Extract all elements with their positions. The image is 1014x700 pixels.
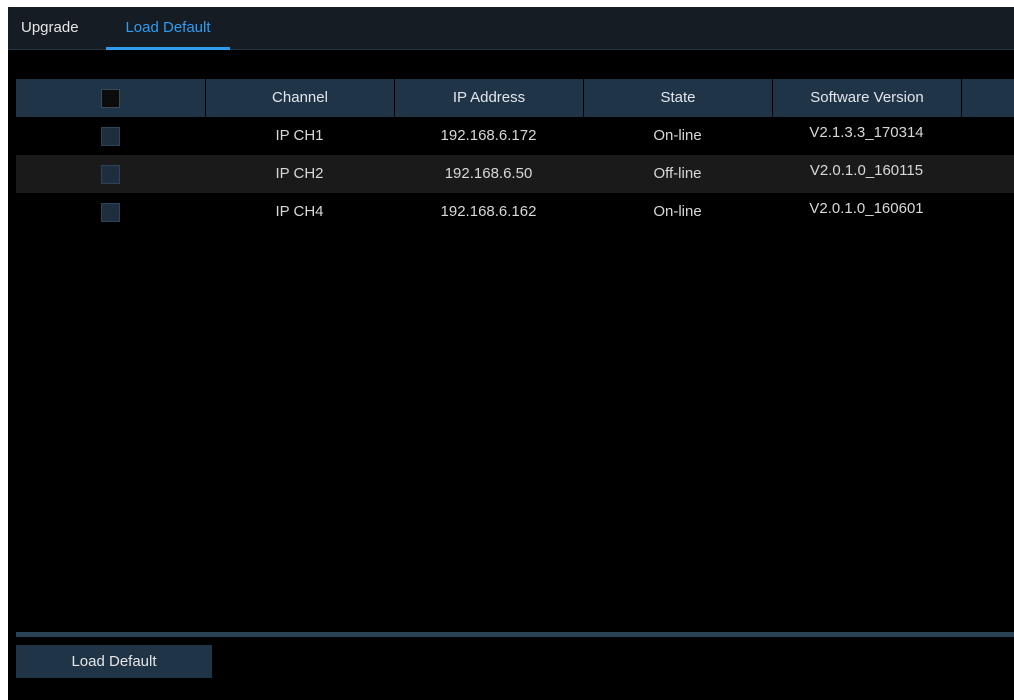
channel-cell: IP CH2 [275,165,324,182]
load-default-panel: Upgrade Load Default Channel IP Address … [8,7,1014,700]
column-header-state: State [583,79,772,117]
screen: Upgrade Load Default Channel IP Address … [0,0,1014,700]
software-version-cell: V2.0.1.0_160601 [809,200,924,217]
state-cell: Off-line [653,165,702,182]
tab-load-default-label: Load Default [125,19,211,36]
state-cell: On-line [653,203,702,220]
row-select-cell [16,117,205,155]
row-checkbox[interactable] [101,164,120,184]
ip-address-cell: 192.168.6.162 [440,203,537,220]
tab-bar: Upgrade Load Default [8,7,1014,50]
table-row[interactable]: IP CH4 192.168.6.162 On-line V2.0.1.0_16… [16,193,1014,231]
software-version-cell: V2.0.1.0_160115 [809,162,924,179]
select-all-checkbox[interactable] [101,88,120,108]
channel-cell: IP CH1 [275,127,324,144]
ip-address-cell: 192.168.6.172 [440,127,537,144]
row-select-cell [16,155,205,193]
row-checkbox[interactable] [101,126,120,146]
column-header-software-version: Software Version [772,79,961,117]
table-header: Channel IP Address State Software Versio… [16,79,1014,117]
active-tab-indicator [106,47,230,50]
ip-channel-table: Channel IP Address State Software Versio… [16,79,1014,231]
load-default-button[interactable]: Load Default [16,645,212,678]
software-version-cell: V2.1.3.3_170314 [809,124,924,141]
state-cell: On-line [653,127,702,144]
footer-divider [16,632,1014,637]
channel-cell: IP CH4 [275,203,324,220]
column-header-channel: Channel [205,79,394,117]
column-header-extra [961,79,1014,117]
tab-load-default[interactable]: Load Default [106,7,230,50]
row-select-cell [16,193,205,231]
header-select-all [16,79,205,117]
table-row[interactable]: IP CH1 192.168.6.172 On-line V2.1.3.3_17… [16,117,1014,155]
ip-address-cell: 192.168.6.50 [444,165,533,182]
column-header-ip-address: IP Address [394,79,583,117]
table-row[interactable]: IP CH2 192.168.6.50 Off-line V2.0.1.0_16… [16,155,1014,193]
tab-upgrade[interactable]: Upgrade [21,7,91,49]
row-checkbox[interactable] [101,202,120,222]
